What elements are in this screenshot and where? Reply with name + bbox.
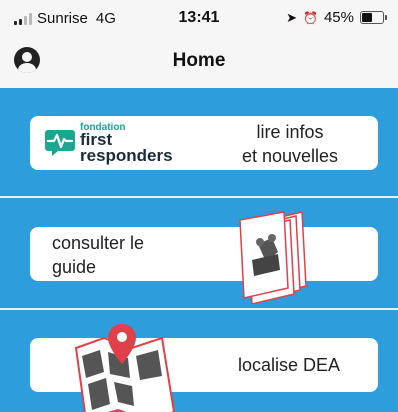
battery-icon bbox=[360, 11, 387, 24]
guide-label: consulter le guide bbox=[52, 231, 182, 279]
divider bbox=[0, 196, 398, 198]
guide-book-icon bbox=[239, 211, 307, 304]
page-title: Home bbox=[172, 50, 226, 71]
guide-label-line1: consulter le bbox=[52, 233, 145, 253]
news-label-line2: et nouvelles bbox=[241, 146, 339, 166]
location-arrow-icon: ➤ bbox=[286, 9, 298, 25]
news-label-line1: lire infos bbox=[256, 122, 324, 142]
heartbeat-bubble-icon bbox=[45, 130, 75, 156]
divider bbox=[0, 308, 398, 310]
status-bar: Sunrise 4G 13:41 ➤ ⏰ 45% bbox=[0, 0, 398, 40]
status-indicators: ➤ ⏰ 45% bbox=[286, 9, 387, 26]
alarm-clock-icon: ⏰ bbox=[303, 10, 318, 25]
guide-label-line2: guide bbox=[52, 257, 97, 277]
nav-bar: Home bbox=[0, 40, 398, 88]
battery-percent: 45% bbox=[323, 9, 354, 26]
logo-text-responders: responders bbox=[80, 146, 173, 165]
first-responders-logo: fondation first responders bbox=[44, 120, 214, 166]
aed-label: localise DEA bbox=[237, 355, 341, 375]
guide-button[interactable]: consulter le guide bbox=[30, 227, 378, 281]
map-pin-icon bbox=[74, 324, 176, 412]
news-label: lire infos et nouvelles bbox=[226, 120, 354, 168]
news-button[interactable]: fondation first responders lire infos et… bbox=[30, 116, 378, 170]
home-menu: fondation first responders lire infos et… bbox=[0, 88, 398, 412]
